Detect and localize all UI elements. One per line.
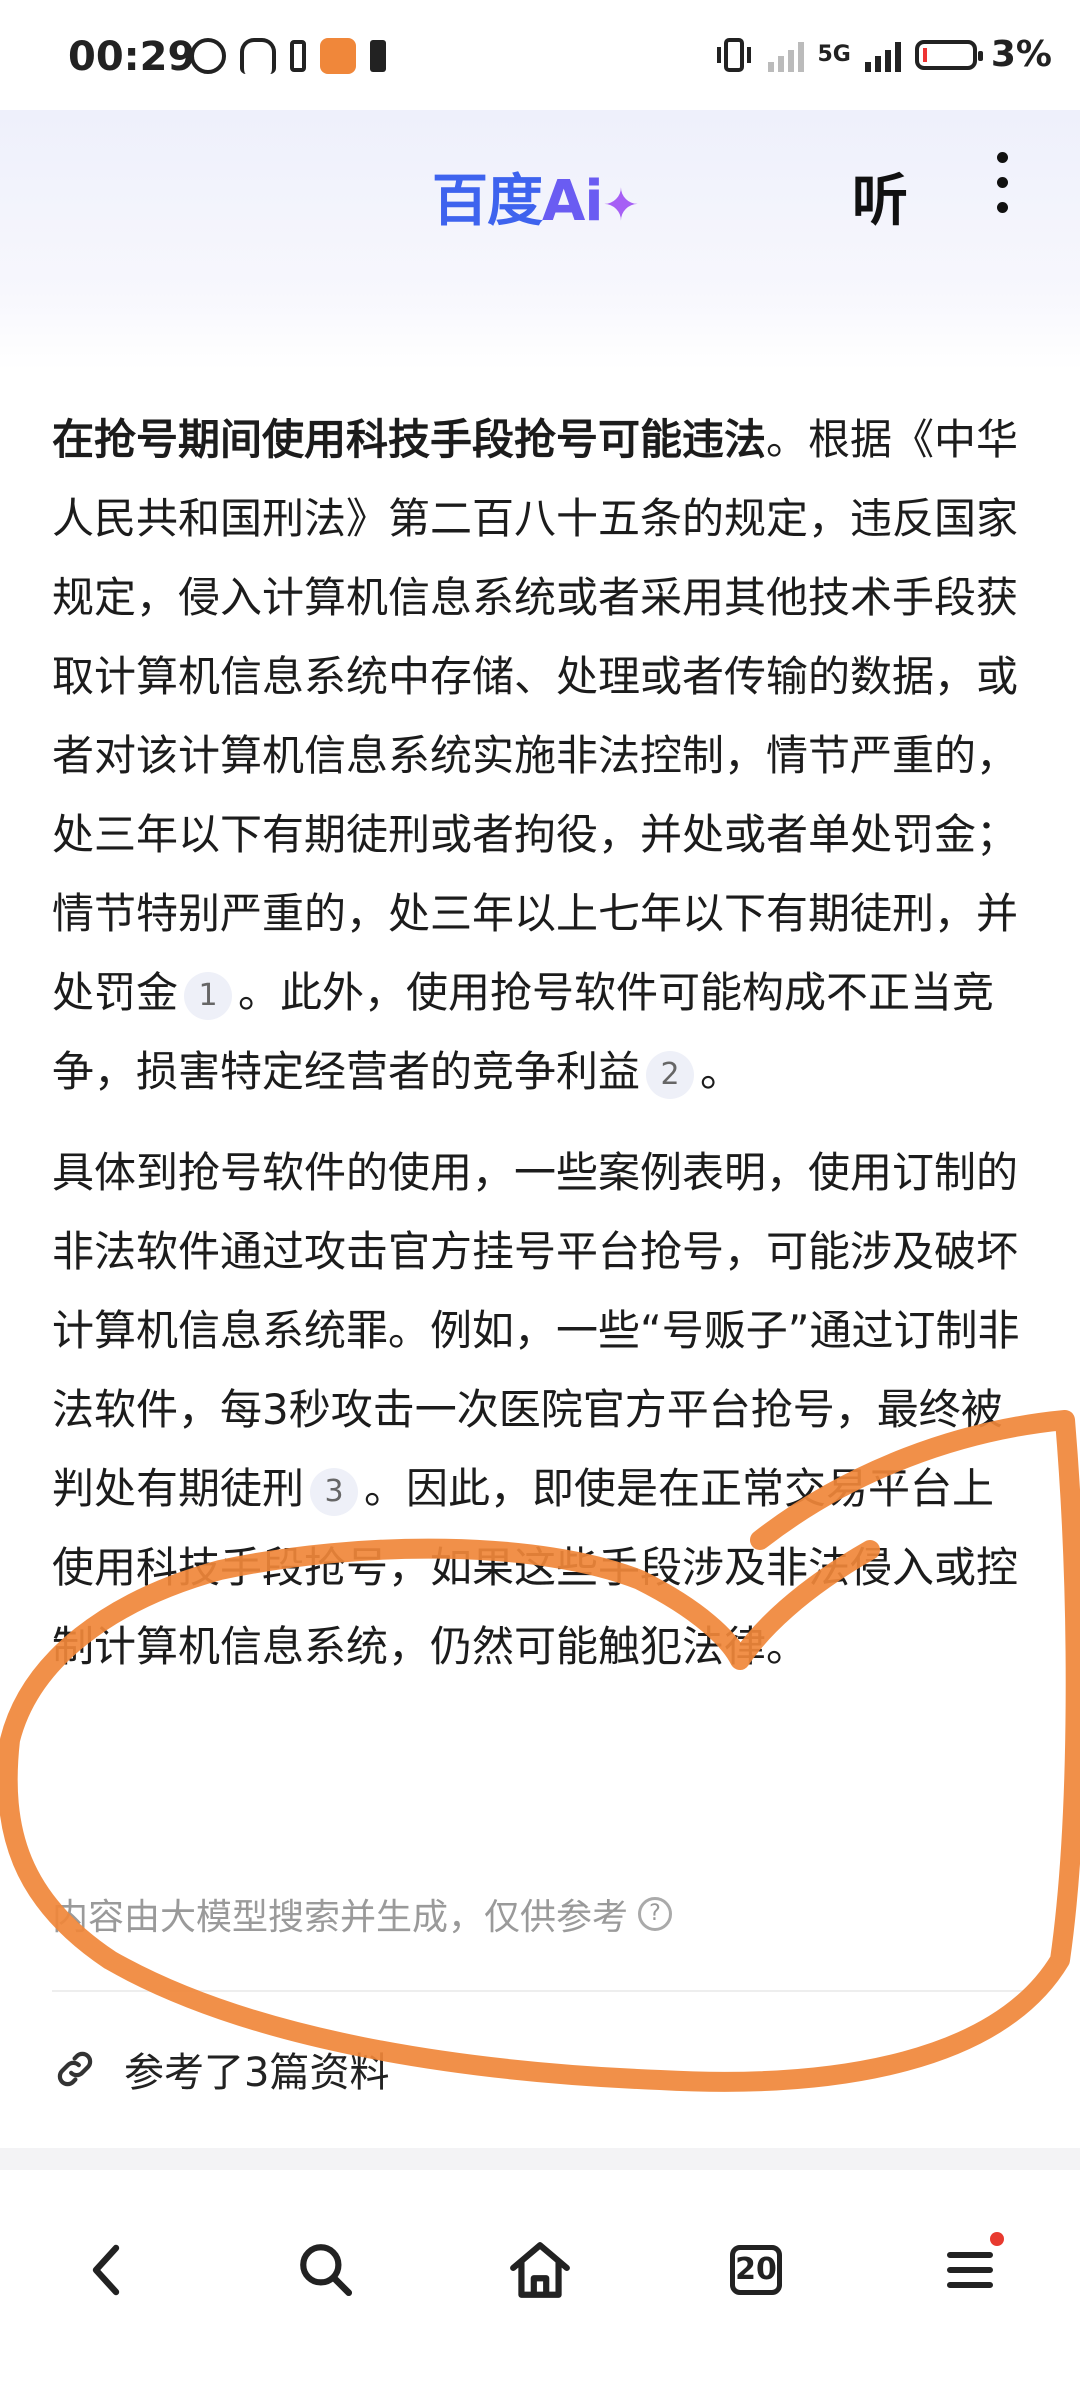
divider [52,1990,1028,1992]
citation-badge[interactable]: 1 [184,971,233,1020]
header [0,110,1080,370]
battery-percent: 3% [990,34,1052,75]
references-link[interactable]: 参考了3篇资料 [52,2040,389,2098]
alarm-icon [190,38,226,74]
headphones-icon [240,38,276,74]
vibrate-icon [716,37,751,72]
more-vertical-icon[interactable] [990,152,1014,216]
sparkle-icon: ✦ [602,180,640,231]
notification-dot [990,2232,1004,2246]
answer-paragraph-1: 在抢号期间使用科技手段抢号可能违法。根据《中华人民共和国刑法》第二百八十五条的规… [52,400,1032,1111]
battery-small-icon [290,40,306,72]
network-label: 5G [817,42,851,67]
home-icon [510,2242,570,2298]
listen-button[interactable]: 听 [852,156,908,237]
back-button[interactable] [66,2230,146,2310]
citation-badge[interactable]: 3 [310,1467,359,1516]
home-button[interactable] [500,2230,580,2310]
battery-icon [914,39,983,70]
status-icons-left [190,38,386,74]
sd-card-icon [370,40,386,72]
back-icon [92,2244,120,2296]
signal-icon [864,38,901,72]
signal-icon [767,38,804,72]
status-time: 00:29 [68,34,196,80]
baidu-ai-logo: 百度Ai✦ [432,156,640,237]
search-icon [300,2244,353,2297]
logo-main: 百度 [432,169,543,234]
answer-content: 在抢号期间使用科技手段抢号可能违法。根据《中华人民共和国刑法》第二百八十五条的规… [52,400,1032,1686]
status-icons-right: 5G 3% [714,34,1052,75]
status-bar: 00:29 5G 3% [0,0,1080,110]
help-icon[interactable]: ? [638,1897,673,1931]
link-icon [57,2051,93,2087]
answer-paragraph-2: 具体到抢号软件的使用，一些案例表明，使用订制的非法软件通过攻击官方挂号平台抢号，… [52,1148,1020,1671]
menu-button[interactable] [930,2230,1010,2310]
logo-ai: Ai [542,169,604,234]
menu-icon [947,2252,993,2288]
bottom-navigation: 20 [0,2170,1080,2382]
citation-badge[interactable]: 2 [646,1050,695,1099]
app-notification-icon [320,38,356,74]
answer-highlight: 在抢号期间使用科技手段抢号可能违法 [52,415,767,464]
tabs-icon: 20 [730,2245,782,2295]
search-button[interactable] [286,2230,366,2310]
section-gap [0,2148,1080,2170]
tabs-button[interactable]: 20 [716,2230,796,2310]
ai-disclaimer: 内容由大模型搜索并生成，仅供参考 ? [52,1888,673,1940]
